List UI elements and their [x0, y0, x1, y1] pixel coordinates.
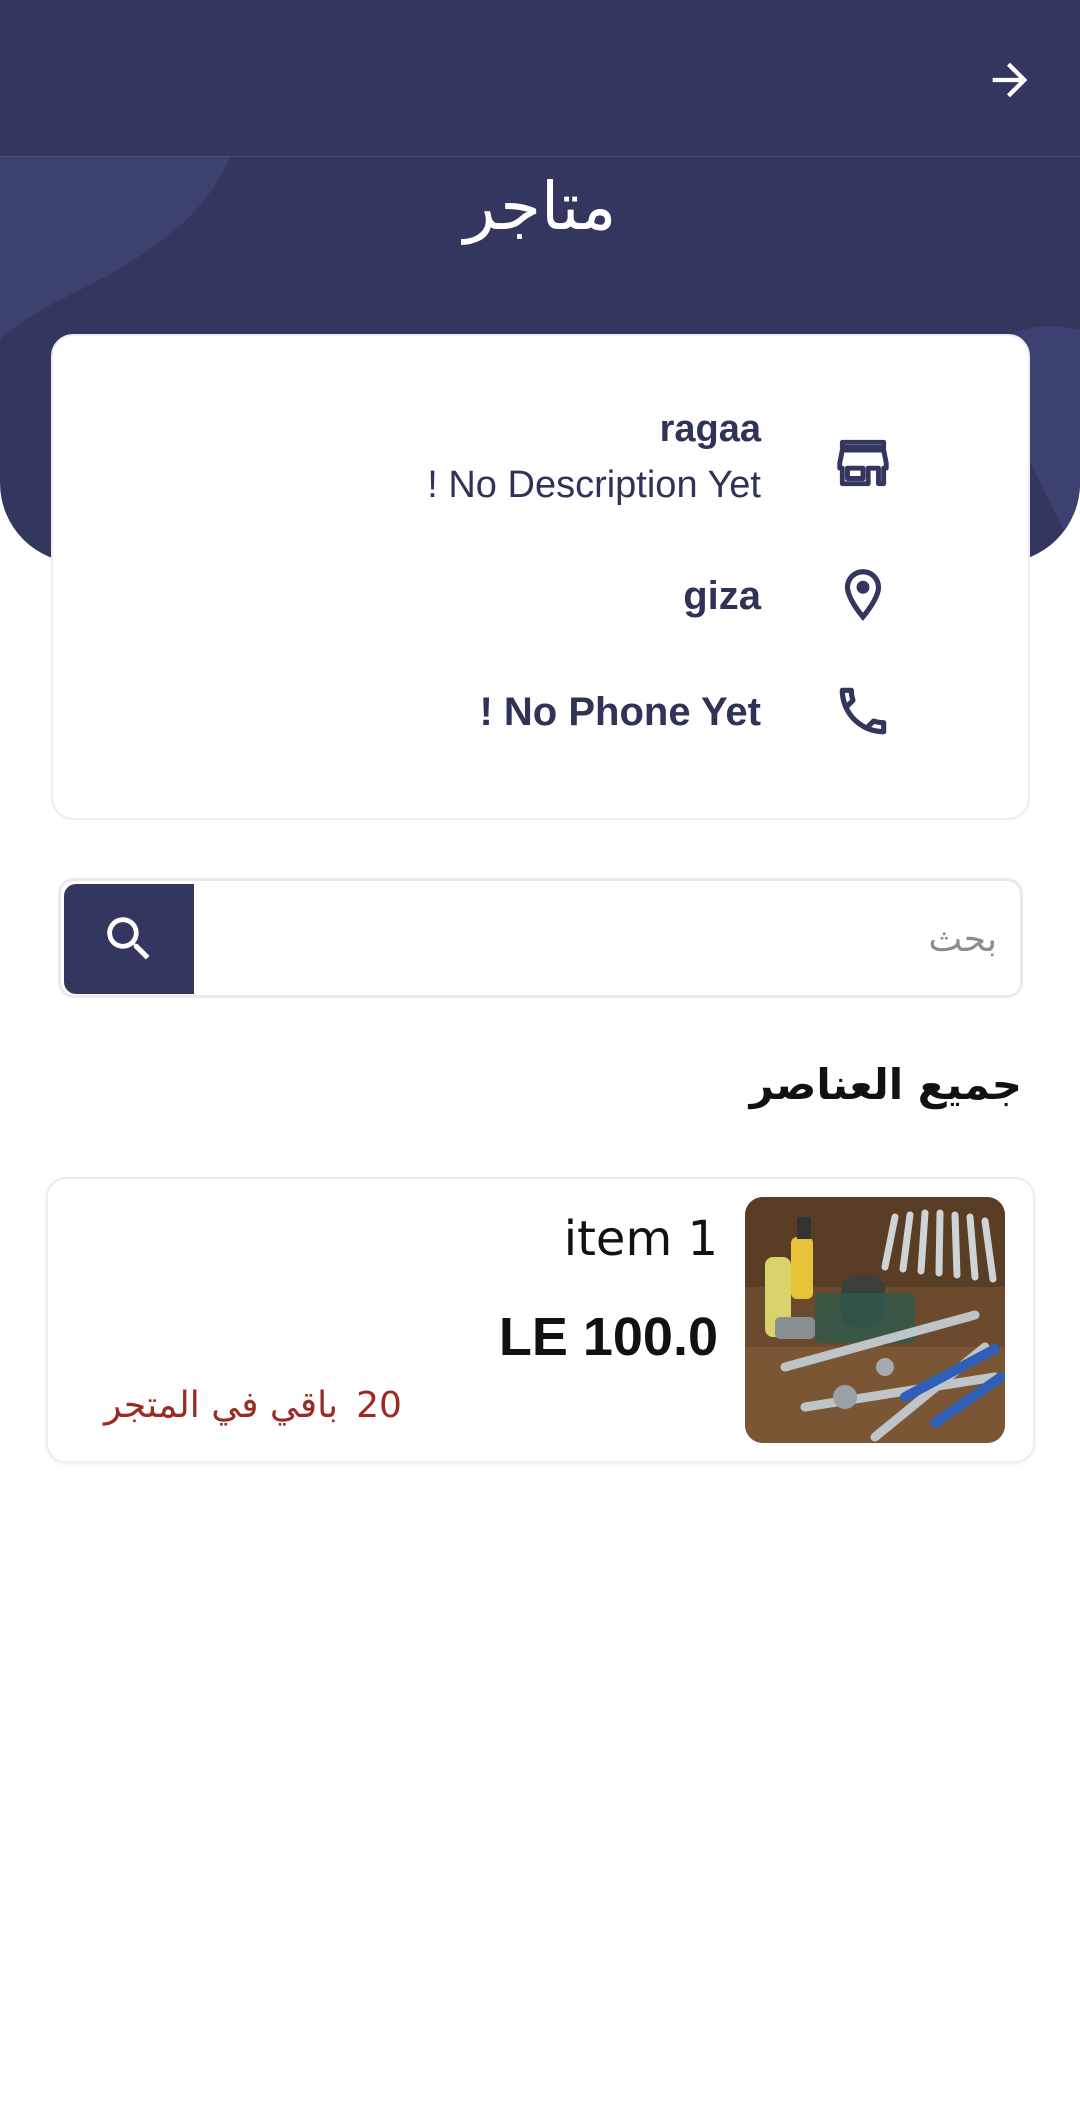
store-info-card: ragaa ! No Description Yet giza ! No Pho…: [51, 334, 1030, 820]
search-button[interactable]: [64, 884, 194, 994]
location-row: giza: [49, 536, 1028, 646]
store-icon: [832, 432, 894, 494]
stock-count: 20: [356, 1385, 402, 1426]
section-title: جميع العناصر: [749, 1060, 1022, 1109]
store-phone: ! No Phone Yet: [479, 690, 761, 734]
location-pin-icon: [832, 564, 894, 626]
search-icon: [107, 917, 150, 960]
phone-row: ! No Phone Yet: [49, 646, 1028, 766]
back-button[interactable]: [970, 40, 1050, 120]
product-stock: 20 باقي في المتجر: [104, 1381, 402, 1431]
app-bar: [0, 0, 1080, 157]
stock-label: باقي في المتجر: [104, 1385, 339, 1426]
product-price: LE 100.0: [498, 1307, 718, 1367]
phone-icon: [832, 680, 894, 742]
page-title: متاجر: [463, 168, 617, 245]
search-input[interactable]: [201, 889, 1001, 989]
product-name: item 1: [563, 1211, 718, 1267]
store-row: ragaa ! No Description Yet: [49, 336, 1028, 536]
store-description: ! No Description Yet: [427, 464, 761, 506]
product-card[interactable]: item 1 LE 100.0 20 باقي في المتجر: [46, 1177, 1035, 1463]
store-name: ragaa: [659, 408, 761, 450]
search-bar: [58, 878, 1023, 998]
product-image: [745, 1197, 1005, 1443]
arrow-right-icon: [992, 62, 1028, 98]
store-location: giza: [683, 574, 761, 618]
